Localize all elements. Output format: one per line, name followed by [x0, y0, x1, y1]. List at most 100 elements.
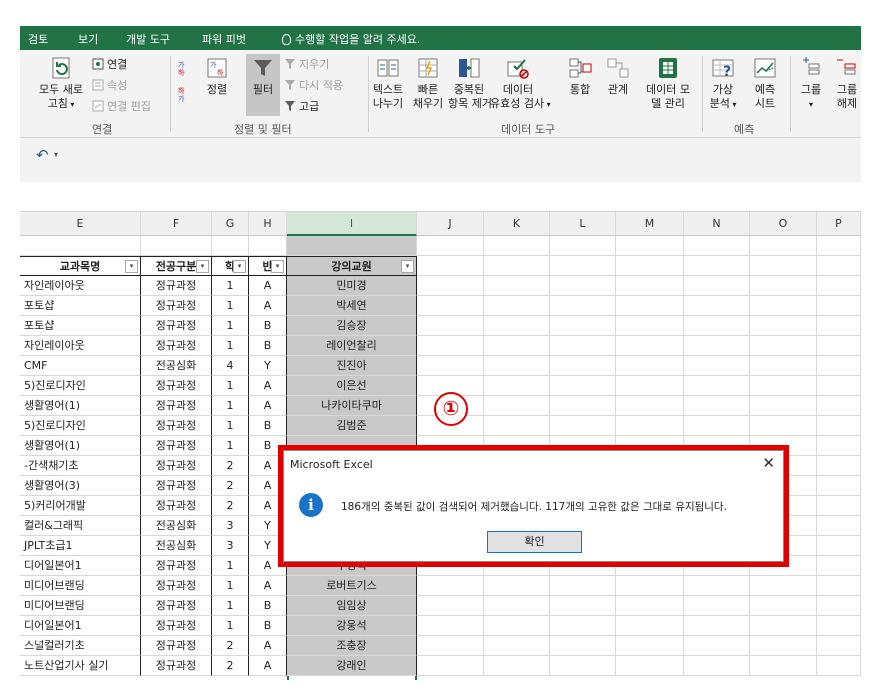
course-name-cell[interactable]: JPLT초급1 — [20, 536, 141, 556]
empty-cell[interactable] — [550, 296, 616, 316]
empty-cell[interactable] — [817, 376, 861, 396]
empty-cell[interactable] — [616, 656, 684, 676]
course-name-cell[interactable]: 미디어브랜딩 — [20, 576, 141, 596]
empty-cell[interactable] — [750, 396, 817, 416]
empty-cell[interactable] — [484, 616, 550, 636]
filter-dropdown-icon[interactable]: ▾ — [271, 260, 284, 273]
empty-cell[interactable] — [684, 276, 750, 296]
grade-cell[interactable]: 1 — [212, 596, 249, 616]
edit-links-button[interactable]: 연결 편집 — [92, 98, 151, 114]
flash-fill-button[interactable]: 빠른 채우기 — [408, 56, 448, 111]
empty-cell[interactable] — [417, 576, 484, 596]
grade-cell[interactable]: 2 — [212, 496, 249, 516]
course-name-cell[interactable]: 5)진로디자인 — [20, 416, 141, 436]
empty-cell[interactable] — [141, 236, 212, 256]
empty-cell[interactable] — [417, 656, 484, 676]
class-cell[interactable]: A — [249, 576, 287, 596]
major-type-cell[interactable]: 정규과정 — [141, 456, 212, 476]
course-name-cell[interactable]: 컬러&그래픽 — [20, 516, 141, 536]
empty-cell[interactable] — [817, 296, 861, 316]
major-type-cell[interactable]: 정규과정 — [141, 416, 212, 436]
column-header-l[interactable]: L — [550, 212, 616, 236]
column-header-m[interactable]: M — [616, 212, 684, 236]
course-name-cell[interactable]: 자인레이아웃 — [20, 336, 141, 356]
empty-cell[interactable] — [817, 636, 861, 656]
instructor-cell[interactable]: 박세연 — [287, 296, 417, 316]
empty-cell[interactable] — [750, 336, 817, 356]
empty-cell[interactable] — [616, 596, 684, 616]
empty-cell[interactable] — [417, 336, 484, 356]
empty-cell[interactable] — [817, 496, 861, 516]
empty-cell[interactable] — [750, 636, 817, 656]
filter-dropdown-icon[interactable]: ▾ — [196, 260, 209, 273]
tab-review[interactable]: 검토 — [28, 31, 48, 47]
grade-cell[interactable]: 1 — [212, 556, 249, 576]
sort-button[interactable]: 가하 정렬 — [200, 56, 234, 97]
empty-cell[interactable] — [684, 396, 750, 416]
empty-cell[interactable] — [484, 636, 550, 656]
empty-cell[interactable] — [417, 236, 484, 256]
course-name-cell[interactable]: 스널컬러기초 — [20, 636, 141, 656]
major-type-cell[interactable]: 정규과정 — [141, 616, 212, 636]
header-course-name[interactable]: 교과목명 ▾ — [20, 256, 141, 276]
empty-cell[interactable] — [550, 416, 616, 436]
consolidate-button[interactable]: 통합 — [562, 56, 598, 97]
column-header-g[interactable]: G — [212, 212, 249, 236]
grade-cell[interactable]: 1 — [212, 276, 249, 296]
instructor-cell[interactable]: 임임상 — [287, 596, 417, 616]
empty-cell[interactable] — [417, 356, 484, 376]
empty-cell[interactable] — [684, 416, 750, 436]
empty-cell[interactable] — [484, 656, 550, 676]
instructor-cell[interactable]: 진진아 — [287, 356, 417, 376]
empty-cell[interactable] — [684, 236, 750, 256]
empty-cell[interactable] — [616, 276, 684, 296]
empty-cell[interactable] — [817, 316, 861, 336]
empty-cell[interactable] — [684, 376, 750, 396]
grade-cell[interactable]: 4 — [212, 356, 249, 376]
filter-dropdown-icon[interactable]: ▾ — [233, 260, 246, 273]
major-type-cell[interactable]: 정규과정 — [141, 336, 212, 356]
empty-cell[interactable] — [484, 336, 550, 356]
empty-cell[interactable] — [550, 596, 616, 616]
class-cell[interactable]: A — [249, 296, 287, 316]
empty-cell[interactable] — [616, 396, 684, 416]
empty-cell[interactable] — [817, 516, 861, 536]
empty-cell[interactable] — [817, 456, 861, 476]
properties-button[interactable]: 속성 — [92, 77, 127, 93]
advanced-button[interactable]: 고급 — [284, 98, 319, 114]
header-class[interactable]: 반 ▾ — [249, 256, 287, 276]
course-name-cell[interactable]: 노트산업기사 실기 — [20, 656, 141, 676]
empty-cell[interactable] — [550, 576, 616, 596]
empty-cell[interactable] — [684, 636, 750, 656]
empty-cell[interactable] — [616, 316, 684, 336]
major-type-cell[interactable]: 정규과정 — [141, 376, 212, 396]
empty-cell[interactable] — [817, 656, 861, 676]
empty-cell[interactable] — [616, 356, 684, 376]
reapply-button[interactable]: 다시 적용 — [284, 77, 343, 93]
column-header-o[interactable]: O — [750, 212, 817, 236]
empty-cell[interactable] — [750, 256, 817, 276]
grade-cell[interactable]: 1 — [212, 376, 249, 396]
major-type-cell[interactable]: 정규과정 — [141, 596, 212, 616]
empty-cell[interactable] — [550, 316, 616, 336]
course-name-cell[interactable]: 자인레이아웃 — [20, 276, 141, 296]
empty-cell[interactable] — [817, 536, 861, 556]
empty-cell[interactable] — [684, 316, 750, 336]
empty-cell[interactable] — [616, 376, 684, 396]
major-type-cell[interactable]: 정규과정 — [141, 316, 212, 336]
empty-cell[interactable] — [616, 576, 684, 596]
major-type-cell[interactable]: 정규과정 — [141, 556, 212, 576]
tell-me-box[interactable]: 수행할 작업을 알려 주세요. — [282, 31, 420, 47]
empty-cell[interactable] — [684, 336, 750, 356]
empty-cell[interactable] — [550, 636, 616, 656]
empty-cell[interactable] — [550, 616, 616, 636]
grade-cell[interactable]: 1 — [212, 616, 249, 636]
major-type-cell[interactable]: 정규과정 — [141, 296, 212, 316]
empty-cell[interactable] — [750, 356, 817, 376]
empty-cell[interactable] — [817, 356, 861, 376]
major-type-cell[interactable]: 정규과정 — [141, 436, 212, 456]
empty-cell[interactable] — [817, 556, 861, 576]
course-name-cell[interactable]: 5)커리어개발 — [20, 496, 141, 516]
header-instructor[interactable]: 강의교원 ▾ — [287, 256, 417, 276]
empty-cell[interactable] — [417, 616, 484, 636]
